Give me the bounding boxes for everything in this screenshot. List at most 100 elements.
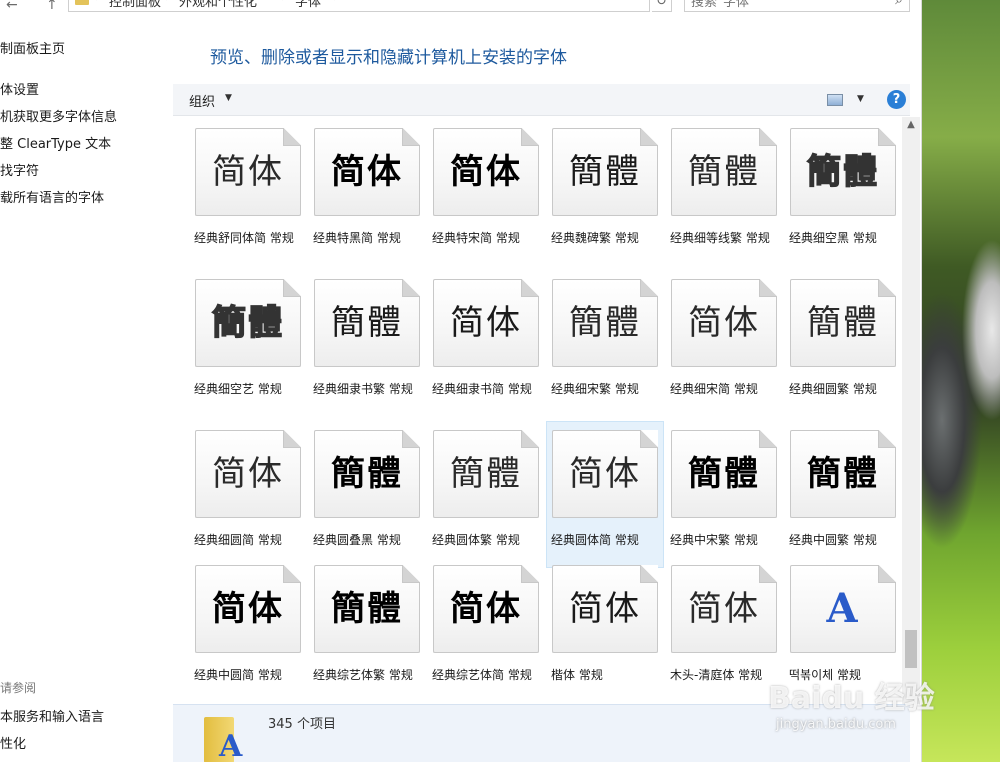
help-icon[interactable]: ? <box>887 90 906 109</box>
page-fold-icon <box>878 430 896 448</box>
page-fold-icon <box>283 565 301 583</box>
font-sample: 简体 <box>569 454 641 494</box>
link-personalization[interactable]: 性化 <box>0 733 26 752</box>
font-sample: A <box>826 585 860 632</box>
font-sample: 簡體 <box>331 454 403 494</box>
font-tile[interactable]: 簡體经典圆叠黑 常规 <box>309 422 425 567</box>
font-tile[interactable]: 简体 经典舒同体简 常规 <box>190 120 306 265</box>
font-name: 经典魏碑繁 常规 <box>551 231 639 245</box>
link-get-more-font-info[interactable]: 机获取更多字体信息 <box>0 106 117 125</box>
font-sample: 簡體 <box>450 454 522 494</box>
font-name: 经典舒同体简 常规 <box>194 231 294 245</box>
font-sample: 简体 <box>569 589 641 629</box>
link-font-settings[interactable]: 体设置 <box>0 79 39 98</box>
up-arrow-icon[interactable]: ↑ <box>46 0 58 13</box>
font-tile[interactable]: 簡體 经典中宋繁 常规 <box>666 422 782 567</box>
search-box[interactable]: ⌕ <box>684 0 910 12</box>
font-tile[interactable]: 簡體经典综艺体繁 常规 <box>309 557 425 702</box>
task-pane: 制面板主页 体设置 机获取更多字体信息 整 ClearType 文本 找字符 载… <box>0 18 172 762</box>
page-fold-icon <box>521 430 539 448</box>
baidu-watermark-url: jingyan.baidu.com <box>776 717 896 732</box>
link-text-services[interactable]: 本服务和输入语言 <box>0 706 104 725</box>
breadcrumb-control-panel[interactable]: 控制面板 <box>109 0 161 10</box>
font-name: 经典细隶书繁 常规 <box>313 382 413 396</box>
font-tile[interactable]: 简体 木头-清庭体 常规 <box>666 557 782 702</box>
link-adjust-cleartype[interactable]: 整 ClearType 文本 <box>0 133 111 152</box>
caret-down-icon[interactable]: ▼ <box>857 94 864 104</box>
font-tile[interactable]: 簡體 经典细空黑 常规 <box>785 120 900 265</box>
back-arrow-icon[interactable]: ← <box>6 0 18 13</box>
page-title: 预览、删除或者显示和隐藏计算机上安装的字体 <box>210 48 567 68</box>
font-sample: 简体 <box>688 589 760 629</box>
breadcrumb-fonts[interactable]: 字体 <box>295 0 321 10</box>
font-name: 楷体 常规 <box>551 668 603 682</box>
scroll-thumb[interactable] <box>905 630 917 668</box>
page-fold-icon <box>402 128 420 146</box>
search-input[interactable] <box>691 0 871 10</box>
font-tile[interactable]: 简体经典细圆简 常规 <box>190 422 306 567</box>
font-name: 经典圆叠黑 常规 <box>313 533 401 547</box>
font-tile[interactable]: 简体楷体 常规 <box>547 557 663 702</box>
page-fold-icon <box>878 565 896 583</box>
font-tile[interactable]: 简体经典特黑简 常规 <box>309 120 425 265</box>
font-sample: 簡體 <box>569 303 641 343</box>
font-name: 经典特黑简 常规 <box>313 231 401 245</box>
font-tile[interactable]: 简体经典圆体简 常规 <box>546 421 664 568</box>
font-name: 经典细空黑 常规 <box>789 231 877 245</box>
page-fold-icon <box>640 128 658 146</box>
font-tile[interactable]: 簡體 经典细等线繁 常规 <box>666 120 782 265</box>
page-fold-icon <box>283 279 301 297</box>
font-tile[interactable]: 簡體 经典圆体繁 常规 <box>428 422 544 567</box>
font-preview-letter: A <box>219 729 243 762</box>
page-fold-icon <box>283 128 301 146</box>
font-sample: 简体 <box>212 589 284 629</box>
page-fold-icon <box>402 565 420 583</box>
refresh-icon[interactable]: ↻ <box>652 0 672 12</box>
font-tile[interactable]: 簡體 经典细宋繁 常规 <box>547 271 663 416</box>
address-field[interactable]: › 控制面板 › 外观和个性化 › 字体 › ⌵ <box>68 0 709 12</box>
caret-down-icon[interactable]: ▼ <box>225 93 232 103</box>
font-sample: 简体 <box>688 303 760 343</box>
link-download-all-fonts[interactable]: 载所有语言的字体 <box>0 187 104 206</box>
font-sample: 简体 <box>450 303 522 343</box>
font-name: 经典细圆简 常规 <box>194 533 282 547</box>
font-grid: 简体 经典舒同体简 常规 简体 经典特黑简 常规 简体 经典特宋简 常规 簡體 经典魏碑繁 常… <box>173 117 900 704</box>
page-fold-icon <box>521 279 539 297</box>
page-fold-icon <box>402 279 420 297</box>
font-sample: 简体 <box>450 152 522 192</box>
vertical-scrollbar[interactable]: ▲ <box>902 117 920 704</box>
page-fold-icon <box>402 430 420 448</box>
font-name: 经典细空艺 常规 <box>194 382 282 396</box>
font-sample: 簡體 <box>688 152 760 192</box>
scroll-up-icon[interactable]: ▲ <box>902 119 920 133</box>
link-control-panel-home[interactable]: 制面板主页 <box>0 38 65 57</box>
organize-button[interactable]: 组织 <box>189 91 215 110</box>
font-tile[interactable]: 简体 经典细隶书简 常规 <box>428 271 544 416</box>
breadcrumb-separator-icon: › <box>165 0 169 4</box>
page-fold-icon <box>878 128 896 146</box>
font-tile[interactable]: 简体 经典中圆简 常规 <box>190 557 306 702</box>
font-tile[interactable]: 简体 经典综艺体简 常规 <box>428 557 544 702</box>
font-sample: 简体 <box>331 152 403 192</box>
font-tile[interactable]: 简体经典细宋简 常规 <box>666 271 782 416</box>
font-name: 经典综艺体繁 常规 <box>313 668 413 682</box>
breadcrumb-separator-icon: › <box>95 0 99 4</box>
font-tile[interactable]: 簡體 经典细隶书繁 常规 <box>309 271 425 416</box>
change-view-icon[interactable] <box>827 94 843 106</box>
address-bar: ← ↑ › 控制面板 › 外观和个性化 › 字体 › ⌵ ↻ ⌕ <box>0 0 910 18</box>
font-name: 经典细宋简 常规 <box>670 382 758 396</box>
item-count: 345 个项目 <box>268 717 336 732</box>
breadcrumb-separator-icon: › <box>333 0 337 4</box>
font-tile[interactable]: 简体 经典特宋简 常规 <box>428 120 544 265</box>
font-sample: 簡體 <box>331 589 403 629</box>
font-tile[interactable]: 簡體 经典细空艺 常规 <box>190 271 306 416</box>
font-tile[interactable]: 簡體 经典细圆繁 常规 <box>785 271 900 416</box>
search-icon[interactable]: ⌕ <box>895 0 903 8</box>
link-find-character[interactable]: 找字符 <box>0 160 39 179</box>
font-tile[interactable]: 簡體 经典中圆繁 常规 <box>785 422 900 567</box>
font-sample: 简体 <box>212 454 284 494</box>
font-tile[interactable]: 簡體 经典魏碑繁 常规 <box>547 120 663 265</box>
font-name: 经典圆体简 常规 <box>551 533 639 547</box>
breadcrumb-appearance[interactable]: 外观和个性化 <box>179 0 257 10</box>
page-fold-icon <box>759 430 777 448</box>
